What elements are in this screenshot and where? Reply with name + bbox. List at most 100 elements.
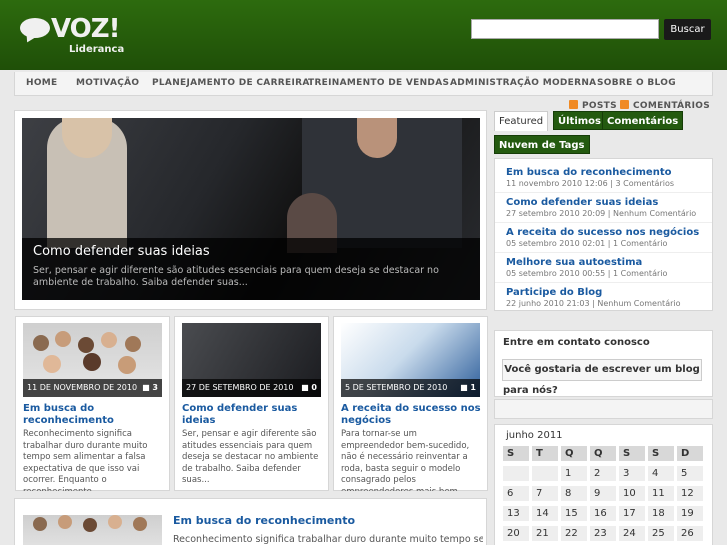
comment-count: ■ 3 — [142, 383, 158, 392]
calendar-day[interactable]: 19 — [677, 506, 703, 521]
calendar-day[interactable]: 22 — [561, 526, 587, 541]
calendar-day-header: Q — [590, 446, 616, 461]
calendar-day[interactable]: 3 — [619, 466, 645, 481]
divider — [495, 282, 712, 283]
post-thumbnail[interactable]: 11 DE NOVEMBRO DE 2010 ■ 3 — [23, 323, 162, 397]
calendar-day[interactable]: 13 — [503, 506, 529, 521]
calendar-caption: junho 2011 — [506, 430, 563, 441]
post-excerpt: Ser, pensar e agir diferente são atitude… — [182, 429, 319, 485]
post-title[interactable]: Em busca do reconhecimento — [23, 403, 163, 427]
list-item[interactable]: A receita do sucesso nos negócios 05 sete… — [506, 227, 711, 248]
calendar-day-header: Q — [561, 446, 587, 461]
nav-motivacao[interactable]: MOTIVAÇÃO — [76, 72, 139, 96]
search-input[interactable] — [471, 19, 659, 39]
speech-bubble-icon — [20, 18, 50, 38]
calendar-day-header: D — [677, 446, 703, 461]
post-excerpt: Para tornar-se um empreendedor bem-suced… — [341, 429, 470, 491]
slide-excerpt: Ser, pensar e agir diferente são atitude… — [33, 265, 439, 288]
post-card: 27 DE SETEMBRO DE 2010 ■ 0 Como defender … — [174, 316, 329, 491]
slide-title[interactable]: Como defender suas ideias — [33, 244, 210, 259]
post-title[interactable]: Como defender suas ideias — [182, 403, 322, 427]
write-blog-button[interactable]: Você gostaria de escrever um blog — [502, 359, 702, 381]
list-item[interactable]: Participe do Blog 22 junho 2010 21:03 | N… — [506, 287, 711, 308]
calendar-day[interactable]: 14 — [532, 506, 558, 521]
empty-widget — [494, 399, 713, 419]
nav-treinamento[interactable]: TREINAMENTO DE VENDAS — [308, 72, 449, 96]
slide-image-face — [357, 118, 397, 158]
calendar-day[interactable]: 20 — [503, 526, 529, 541]
calendar-day[interactable]: 9 — [590, 486, 616, 501]
calendar-day-header: S — [503, 446, 529, 461]
site-logo[interactable]: VOZ! Lideranca — [20, 14, 124, 58]
list-item[interactable]: Em busca do reconhecimento 11 novembro 20… — [506, 167, 711, 188]
featured-list: Em busca do reconhecimento 11 novembro 20… — [494, 158, 713, 311]
calendar-day[interactable]: 18 — [648, 506, 674, 521]
comment-count: ■ 1 — [460, 383, 476, 392]
contact-question: para nós? — [503, 385, 558, 396]
post-meta: 11 DE NOVEMBRO DE 2010 ■ 3 — [23, 379, 162, 397]
post-excerpt: Reconhecimento significa trabalhar duro … — [173, 534, 483, 545]
posts-feed-link[interactable]: POSTS — [569, 100, 617, 111]
main-nav: HOME MOTIVAÇÃO PLANEJAMENTO DE CARREIRA … — [14, 72, 713, 96]
divider — [495, 252, 712, 253]
divider — [495, 222, 712, 223]
calendar-day[interactable]: 15 — [561, 506, 587, 521]
post-title[interactable]: A receita do sucesso nos negócios — [341, 403, 481, 427]
post-list-item: Em busca do reconhecimento Reconheciment… — [14, 498, 487, 545]
rss-icon — [569, 100, 578, 109]
post-thumbnail[interactable]: 5 DE SETEMBRO DE 2010 ■ 1 — [341, 323, 480, 397]
calendar-day[interactable]: 11 — [648, 486, 674, 501]
divider — [495, 192, 712, 193]
featured-slider[interactable]: Como defender suas ideias Ser, pensar e … — [22, 118, 480, 300]
calendar-day[interactable]: 21 — [532, 526, 558, 541]
calendar-day[interactable]: 26 — [677, 526, 703, 541]
calendar-day[interactable]: 16 — [590, 506, 616, 521]
tab-featured[interactable]: Featured — [494, 111, 549, 131]
post-meta: 27 DE SETEMBRO DE 2010 ■ 0 — [182, 379, 321, 397]
widget-title: Entre em contato conosco — [503, 337, 650, 348]
calendar-day[interactable]: 2 — [590, 466, 616, 481]
post-card: 5 DE SETEMBRO DE 2010 ■ 1 A receita do su… — [333, 316, 488, 491]
nav-sobre[interactable]: SOBRE O BLOG — [597, 72, 676, 96]
nav-administracao[interactable]: ADMINISTRAÇÃO MODERNA — [450, 72, 596, 96]
comments-feed-link[interactable]: COMENTÁRIOS — [620, 100, 710, 111]
calendar-day[interactable]: 4 — [648, 466, 674, 481]
calendar-day — [503, 466, 529, 481]
site-header: VOZ! Lideranca Buscar — [0, 0, 727, 70]
calendar-day[interactable]: 1 — [561, 466, 587, 481]
post-meta: 5 DE SETEMBRO DE 2010 ■ 1 — [341, 379, 480, 397]
calendar-day[interactable]: 25 — [648, 526, 674, 541]
nav-home[interactable]: HOME — [26, 72, 58, 96]
nav-planejamento[interactable]: PLANEJAMENTO DE CARREIRA — [152, 72, 310, 96]
tab-nuvem-de-tags[interactable]: Nuvem de Tags — [494, 135, 590, 154]
post-card: 11 DE NOVEMBRO DE 2010 ■ 3 Em busca do re… — [15, 316, 170, 491]
post-thumbnail[interactable] — [23, 515, 162, 545]
list-item[interactable]: Como defender suas ideias 27 setembro 201… — [506, 197, 711, 218]
calendar-day-header: S — [648, 446, 674, 461]
calendar-widget: junho 2011 S T Q Q S S D 1 2 3 4 5 6 7 8 9 10 11 12 13 14 15 1… — [494, 424, 713, 545]
calendar-day[interactable]: 17 — [619, 506, 645, 521]
logo-text: VOZ! — [51, 14, 120, 44]
slide-caption: Como defender suas ideias Ser, pensar e … — [22, 238, 480, 300]
list-item[interactable]: Melhore sua autoestima 05 setembro 2010 0… — [506, 257, 711, 278]
calendar-day[interactable]: 24 — [619, 526, 645, 541]
logo-subtitle: Lideranca — [69, 44, 125, 55]
contact-widget: Entre em contato conosco Você gostaria d… — [494, 330, 713, 397]
calendar-day — [532, 466, 558, 481]
tab-comentarios[interactable]: Comentários — [602, 111, 684, 130]
calendar-day[interactable]: 8 — [561, 486, 587, 501]
calendar-day[interactable]: 10 — [619, 486, 645, 501]
search-button[interactable]: Buscar — [664, 19, 711, 40]
calendar-day[interactable]: 23 — [590, 526, 616, 541]
calendar-day-header: S — [619, 446, 645, 461]
calendar-day[interactable]: 7 — [532, 486, 558, 501]
post-title[interactable]: Em busca do reconhecimento — [173, 514, 355, 527]
comment-count: ■ 0 — [301, 383, 317, 392]
tab-ultimos[interactable]: Últimos — [553, 111, 606, 130]
calendar-day-header: T — [532, 446, 558, 461]
calendar-day[interactable]: 5 — [677, 466, 703, 481]
calendar-day[interactable]: 12 — [677, 486, 703, 501]
rss-icon — [620, 100, 629, 109]
calendar-day[interactable]: 6 — [503, 486, 529, 501]
post-thumbnail[interactable]: 27 DE SETEMBRO DE 2010 ■ 0 — [182, 323, 321, 397]
